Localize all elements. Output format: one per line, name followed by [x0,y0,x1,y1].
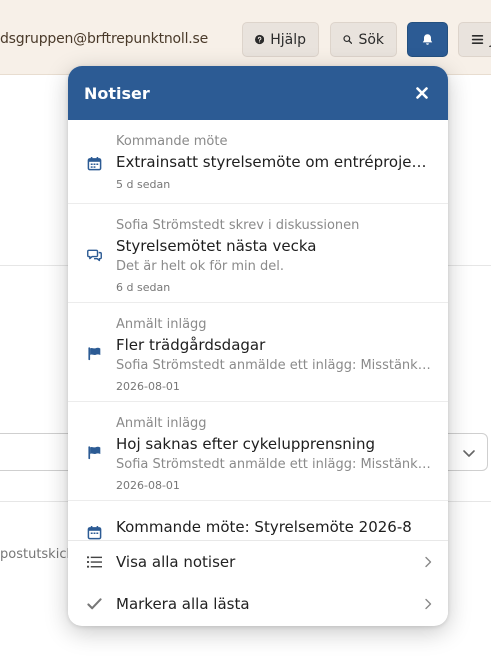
notification-title: Hoj saknas efter cykelupprensning [116,435,375,453]
notification-description: Sofia Strömstedt anmälde ett inlägg: Mis… [116,358,434,373]
list-icon [87,556,102,568]
check-icon [87,598,102,610]
help-button[interactable]: Hjälp [242,22,319,57]
notification-item[interactable]: Sofia Strömstedt skrev i diskussionen St… [68,204,448,303]
notifications-panel: Notiser Kommande möte Extrainsatt styrel… [68,66,448,626]
chevron-down-icon [463,450,475,457]
mark-read-label: Markera alla lästa [116,595,250,613]
flag-icon [88,446,101,460]
calendar-icon [87,525,102,540]
panel-header: Notiser [68,66,448,120]
bell-icon [422,34,433,45]
chevron-right-icon [425,598,432,610]
notification-category: Anmält inlägg [116,416,207,431]
view-all-notifications-button[interactable]: Visa alla notiser [68,541,448,583]
notification-item[interactable]: Anmält inlägg Hoj saknas efter cykeluppr… [68,402,448,501]
chevron-right-icon [425,556,432,568]
panel-title: Notiser [84,83,150,103]
notification-item[interactable]: Anmält inlägg Fler trädgårdsdagar Sofia … [68,303,448,402]
calendar-icon [87,156,102,171]
user-email[interactable]: dsgruppen@brftrepunktnoll.se [0,31,208,47]
search-icon [343,35,353,44]
menu-button[interactable]: J [458,22,491,57]
comments-icon [87,249,102,262]
notification-time: 2026-08-01 [116,380,180,393]
notification-title: Kommande möte: Styrelsemöte 2026-8 [116,518,412,536]
notification-title: Extrainsatt styrelsemöte om entréprojekt… [116,153,434,171]
view-all-label: Visa alla notiser [116,553,236,571]
notification-item[interactable]: Kommande möte Extrainsatt styrelsemöte o… [68,120,448,204]
bars-icon [471,35,484,44]
question-circle-icon [255,34,265,45]
notification-category: Sofia Strömstedt skrev i diskussionen [116,218,360,233]
help-label: Hjälp [270,31,306,48]
panel-footer: Visa alla notiser Markera alla lästa [68,540,448,625]
notification-time: 5 d sedan [116,178,171,191]
notification-category: Anmält inlägg [116,317,207,332]
notification-title: Styrelsemötet nästa vecka [116,237,317,255]
notification-title: Fler trädgårdsdagar [116,336,266,354]
flag-icon [88,347,101,361]
mark-all-read-button[interactable]: Markera alla lästa [68,583,448,625]
notification-time: 2026-08-01 [116,479,180,492]
notification-time: 6 d sedan [116,281,171,294]
notification-description: Det är helt ok för min del. [116,259,285,274]
notification-description: Sofia Strömstedt anmälde ett inlägg: Mis… [116,457,434,472]
search-button[interactable]: Sök [330,22,397,57]
top-bar: dsgruppen@brftrepunktnoll.se Hjälp Sök J [0,0,491,75]
notifications-button[interactable] [407,22,448,57]
search-label: Sök [358,31,384,48]
background-text: postutskick [0,547,75,562]
notification-item[interactable]: Kommande möte: Styrelsemöte 2026-8 [68,501,448,540]
notification-category: Kommande möte [116,134,228,149]
close-icon [416,87,428,99]
notification-list: Kommande möte Extrainsatt styrelsemöte o… [68,120,448,540]
close-button[interactable] [412,83,432,103]
